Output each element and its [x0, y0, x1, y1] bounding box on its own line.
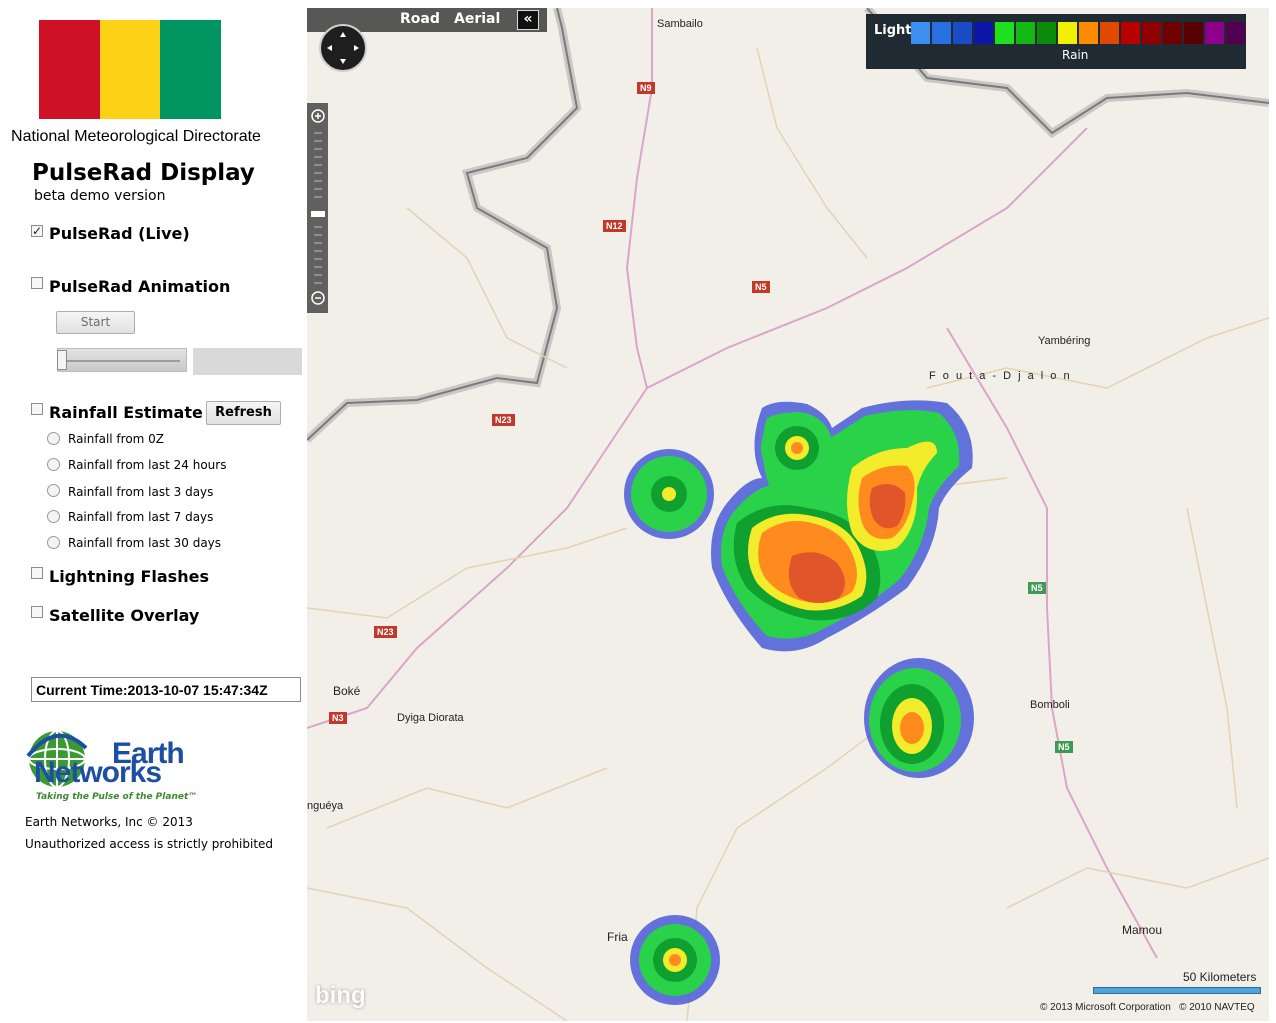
rainfall-option-label: Rainfall from last 24 hours: [68, 458, 227, 472]
road-shield: N23: [374, 626, 397, 638]
refresh-button[interactable]: Refresh: [206, 401, 281, 425]
pulserad-animation-checkbox[interactable]: [31, 277, 43, 289]
lightning-flashes-checkbox[interactable]: [31, 567, 43, 579]
radar-cell-south: [630, 915, 720, 1005]
organization-name: National Meteorological Directorate: [11, 128, 261, 145]
legend-swatch: [1100, 22, 1119, 44]
radar-cell-west: [624, 449, 714, 539]
access-notice: Unauthorized access is strictly prohibit…: [25, 837, 274, 851]
legend-swatch: [1184, 22, 1203, 44]
rainfall-option-label: Rainfall from last 3 days: [68, 485, 214, 499]
rainfall-option-radio[interactable]: [47, 432, 60, 445]
copyright-text: Earth Networks, Inc © 2013: [25, 815, 193, 829]
logo-tagline: Taking the Pulse of the Planet™: [36, 792, 198, 802]
road-shield: N9: [637, 82, 655, 94]
aerial-view-button[interactable]: Aerial: [454, 11, 500, 27]
scale-bar: [1093, 987, 1261, 994]
road-shield: N3: [329, 712, 347, 724]
road-shield: N23: [492, 414, 515, 426]
legend-swatch: [953, 22, 972, 44]
rainfall-option-label: Rainfall from last 7 days: [68, 510, 214, 524]
rainfall-option-radio[interactable]: [47, 536, 60, 549]
legend-color-swatches: [911, 22, 1245, 44]
legend-rain-label: Rain: [1062, 48, 1089, 62]
town-label: Mamou: [1122, 923, 1163, 937]
pulserad-live-checkbox[interactable]: ✓: [31, 225, 43, 237]
guinea-flag: [39, 20, 222, 119]
rainfall-estimate-checkbox[interactable]: [31, 403, 43, 415]
rainfall-estimate-label: Rainfall Estimate: [49, 403, 203, 422]
pulserad-animation-label: PulseRad Animation: [49, 277, 231, 296]
page-subtitle: beta demo version: [34, 188, 166, 204]
start-button[interactable]: Start: [56, 311, 135, 334]
animation-slider[interactable]: [57, 348, 187, 372]
control-panel: National Meteorological Directorate Puls…: [0, 0, 307, 1023]
legend-swatch: [1058, 22, 1077, 44]
legend-swatch: [1226, 22, 1245, 44]
road-view-button[interactable]: Road: [400, 11, 440, 27]
legend-swatch: [974, 22, 993, 44]
animation-slider-thumb[interactable]: [57, 350, 67, 370]
region-label: F o u t a - D j a l o n: [929, 370, 1072, 382]
compass-pan-control[interactable]: [319, 24, 367, 72]
flag-stripe-yellow: [99, 20, 161, 119]
legend-swatch: [1016, 22, 1035, 44]
map-attribution: © 2013 Microsoft Corporation © 2010 NAVT…: [1040, 1002, 1255, 1013]
town-label: Fria: [607, 930, 628, 944]
flag-stripe-red: [39, 20, 100, 119]
satellite-overlay-label: Satellite Overlay: [49, 606, 200, 625]
legend-swatch: [1037, 22, 1056, 44]
rainfall-option-radio[interactable]: [47, 484, 60, 497]
road-shield: N5: [1028, 582, 1046, 594]
legend-light-label: Light: [874, 23, 912, 38]
logo-word-networks: Networks: [34, 756, 162, 789]
town-label: Yambéring: [1038, 335, 1091, 347]
town-label: Sambailo: [657, 18, 703, 30]
radar-map[interactable]: Sambailo Yambéring F o u t a - D j a l o…: [307, 8, 1269, 1021]
rain-intensity-legend: Light Rain: [866, 14, 1246, 69]
bing-logo: bing: [315, 982, 366, 1009]
radar-cell-southeast: [864, 658, 974, 778]
legend-swatch: [995, 22, 1014, 44]
town-label: Bomboli: [1030, 699, 1070, 711]
pan-arrows-icon: [327, 32, 359, 64]
flag-stripe-green: [160, 20, 222, 119]
radar-overlay: [624, 400, 974, 1005]
scale-label: 50 Kilometers: [1183, 970, 1257, 984]
slider-groove: [64, 360, 180, 362]
zoom-scale-icon: [311, 109, 325, 305]
rainfall-option-label: Rainfall from 0Z: [68, 432, 165, 446]
rainfall-option-radio[interactable]: [47, 458, 60, 471]
legend-swatch: [1205, 22, 1224, 44]
zoom-control[interactable]: [307, 103, 328, 313]
collapse-nav-button[interactable]: «: [517, 10, 539, 30]
lightning-flashes-label: Lightning Flashes: [49, 567, 209, 586]
legend-swatch: [1163, 22, 1182, 44]
legend-swatch: [1121, 22, 1140, 44]
town-label: Dyiga Diorata: [397, 712, 464, 724]
legend-swatch: [911, 22, 930, 44]
current-time-field: Current Time:2013-10-07 15:47:34Z: [31, 677, 301, 702]
road-shield: N5: [752, 281, 770, 293]
legend-swatch: [1142, 22, 1161, 44]
pulserad-live-label: PulseRad (Live): [49, 224, 190, 243]
radar-cell-central: [711, 400, 973, 652]
satellite-overlay-checkbox[interactable]: [31, 606, 43, 618]
rainfall-option-label: Rainfall from last 30 days: [68, 536, 222, 550]
rainfall-option-radio[interactable]: [47, 510, 60, 523]
road-shield: N5: [1055, 741, 1073, 753]
animation-frame-display: [193, 348, 302, 375]
legend-swatch: [1079, 22, 1098, 44]
town-label: Boké: [333, 684, 361, 698]
page-title: PulseRad Display: [32, 160, 255, 186]
legend-swatch: [932, 22, 951, 44]
road-shield: N12: [603, 220, 626, 232]
earth-networks-logo: Earth Networks Taking the Pulse of the P…: [26, 728, 216, 806]
town-label: nguéya: [307, 800, 344, 812]
